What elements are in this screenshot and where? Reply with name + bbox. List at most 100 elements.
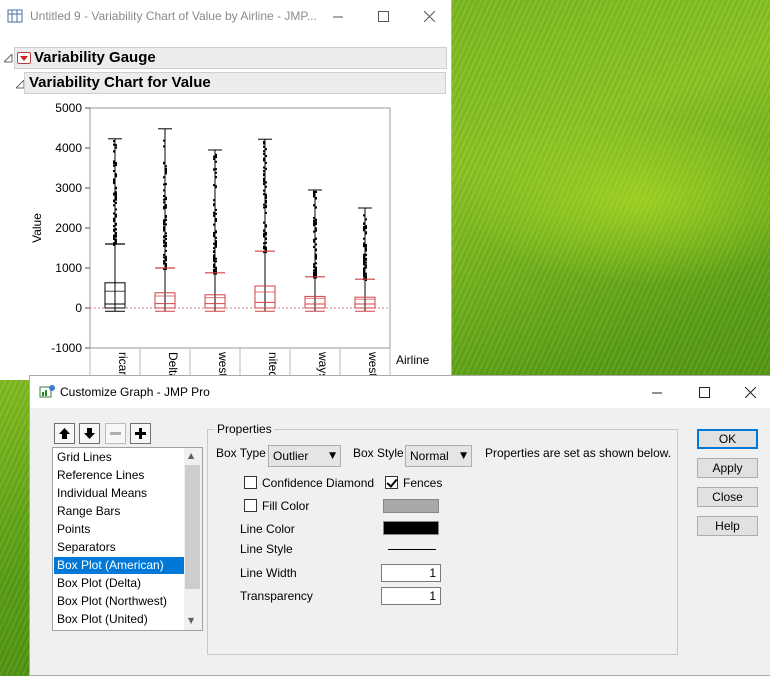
close-icon[interactable] bbox=[727, 376, 770, 408]
outlier-point bbox=[263, 174, 265, 177]
move-up-button[interactable] bbox=[54, 423, 75, 444]
list-item-box-plot-united[interactable]: Box Plot (United) bbox=[54, 611, 185, 628]
minimize-icon[interactable] bbox=[634, 376, 680, 408]
outlier-point bbox=[215, 267, 217, 270]
fill-color-checkbox[interactable] bbox=[244, 499, 257, 512]
outlier-point bbox=[115, 235, 117, 238]
fences-checkbox[interactable] bbox=[385, 476, 398, 489]
list-item-individual-means[interactable]: Individual Means bbox=[54, 485, 185, 502]
outlier-point bbox=[113, 178, 115, 181]
outlier-point bbox=[365, 218, 367, 221]
remove-button[interactable] bbox=[105, 423, 126, 444]
outlier-point bbox=[163, 145, 165, 148]
list-item-points[interactable]: Points bbox=[54, 521, 185, 538]
outlier-point bbox=[365, 247, 367, 250]
y-tick-label: 0 bbox=[75, 301, 82, 315]
outlier-point bbox=[113, 193, 115, 196]
outlier-point bbox=[213, 268, 215, 271]
red-triangle-menu-icon[interactable] bbox=[17, 52, 31, 64]
list-scrollbar[interactable]: ▲ ▼ bbox=[184, 448, 202, 630]
list-item-range-bars[interactable]: Range Bars bbox=[54, 503, 185, 520]
outlier-point bbox=[315, 274, 317, 277]
fences-label: Fences bbox=[403, 476, 443, 490]
outlier-point bbox=[365, 264, 367, 267]
ok-button[interactable]: OK bbox=[697, 429, 758, 449]
scroll-up-icon[interactable]: ▲ bbox=[188, 451, 194, 460]
outlier-point bbox=[213, 247, 215, 250]
remove-icon bbox=[110, 432, 121, 435]
transparency-input[interactable]: 1 bbox=[381, 587, 441, 605]
outlier-point bbox=[263, 247, 265, 250]
properties-group: Properties Box Type Outlier ▼ Box Style … bbox=[207, 423, 678, 655]
scroll-down-icon[interactable]: ▼ bbox=[188, 616, 194, 625]
outlier-point bbox=[313, 265, 315, 268]
line-style-preview[interactable] bbox=[388, 549, 436, 550]
outlier-point bbox=[363, 271, 365, 274]
outlier-point bbox=[265, 199, 267, 202]
list-item-box-plot-delta[interactable]: Box Plot (Delta) bbox=[54, 575, 185, 592]
close-icon[interactable] bbox=[406, 0, 451, 32]
outlier-point bbox=[315, 206, 317, 209]
outlier-point bbox=[365, 253, 367, 256]
help-button[interactable]: Help bbox=[697, 516, 758, 536]
variability-gauge-header[interactable]: Variability Gauge bbox=[14, 47, 447, 69]
outlier-point bbox=[263, 221, 265, 224]
outlier-point bbox=[213, 204, 215, 207]
outlier-point bbox=[115, 238, 117, 241]
outlier-point bbox=[113, 220, 115, 223]
outlier-point bbox=[313, 222, 315, 225]
outlier-point bbox=[165, 206, 167, 209]
outlier-point bbox=[165, 237, 167, 240]
list-item-box-plot-northwest[interactable]: Box Plot (Northwest) bbox=[54, 593, 185, 610]
close-button[interactable]: Close bbox=[697, 487, 758, 507]
main-titlebar[interactable]: Untitled 9 - Variability Chart of Value … bbox=[0, 0, 451, 32]
box-type-select[interactable]: Outlier ▼ bbox=[268, 445, 341, 467]
outlier-point bbox=[263, 166, 265, 169]
outlier-point bbox=[263, 180, 265, 183]
confidence-diamond-checkbox[interactable] bbox=[244, 476, 257, 489]
add-button[interactable] bbox=[130, 423, 151, 444]
list-item-reference-lines[interactable]: Reference Lines bbox=[54, 467, 185, 484]
outlier-point bbox=[315, 262, 317, 265]
outlier-point bbox=[363, 237, 365, 240]
scroll-thumb[interactable] bbox=[185, 465, 200, 589]
outlier-point bbox=[313, 238, 315, 241]
minimize-icon[interactable] bbox=[315, 0, 361, 32]
outlier-point bbox=[215, 260, 217, 263]
line-color-swatch[interactable] bbox=[383, 521, 439, 535]
outlier-point bbox=[215, 245, 217, 248]
dialog-titlebar[interactable]: Customize Graph - JMP Pro bbox=[30, 376, 770, 408]
customize-graph-icon bbox=[39, 384, 56, 400]
graph-element-list[interactable]: Grid Lines Reference Lines Individual Me… bbox=[52, 447, 203, 631]
outlier-point bbox=[313, 195, 315, 198]
outlier-point bbox=[263, 170, 265, 173]
apply-button[interactable]: Apply bbox=[697, 458, 758, 478]
outlier-point bbox=[213, 214, 215, 217]
maximize-icon[interactable] bbox=[681, 376, 727, 408]
outlier-point bbox=[213, 223, 215, 226]
box-style-select[interactable]: Normal ▼ bbox=[405, 445, 472, 467]
list-item-box-plot-american[interactable]: Box Plot (American) bbox=[54, 557, 185, 574]
variability-chart-header[interactable]: Variability Chart for Value bbox=[24, 72, 446, 94]
list-item-separators[interactable]: Separators bbox=[54, 539, 185, 556]
outlier-point bbox=[365, 272, 367, 275]
outline-collapse-icon[interactable] bbox=[2, 52, 13, 63]
line-width-input[interactable]: 1 bbox=[381, 564, 441, 582]
customize-graph-dialog: Customize Graph - JMP Pro Grid Lines Ref… bbox=[29, 375, 770, 676]
list-item-grid-lines[interactable]: Grid Lines bbox=[54, 449, 185, 466]
fill-color-swatch[interactable] bbox=[383, 499, 439, 513]
outlier-point bbox=[213, 250, 215, 253]
outlier-point bbox=[263, 177, 265, 180]
outlier-point bbox=[165, 170, 167, 173]
maximize-icon[interactable] bbox=[360, 0, 406, 32]
outlier-point bbox=[165, 234, 167, 237]
move-down-button[interactable] bbox=[79, 423, 100, 444]
add-icon bbox=[135, 428, 146, 439]
transparency-label: Transparency bbox=[240, 589, 313, 603]
y-axis-label: Value bbox=[30, 213, 44, 243]
outlier-point bbox=[163, 183, 165, 186]
outlier-point bbox=[115, 175, 117, 178]
outlier-point bbox=[163, 223, 165, 226]
y-tick-label: 3000 bbox=[55, 181, 82, 195]
outlier-point bbox=[263, 182, 265, 185]
